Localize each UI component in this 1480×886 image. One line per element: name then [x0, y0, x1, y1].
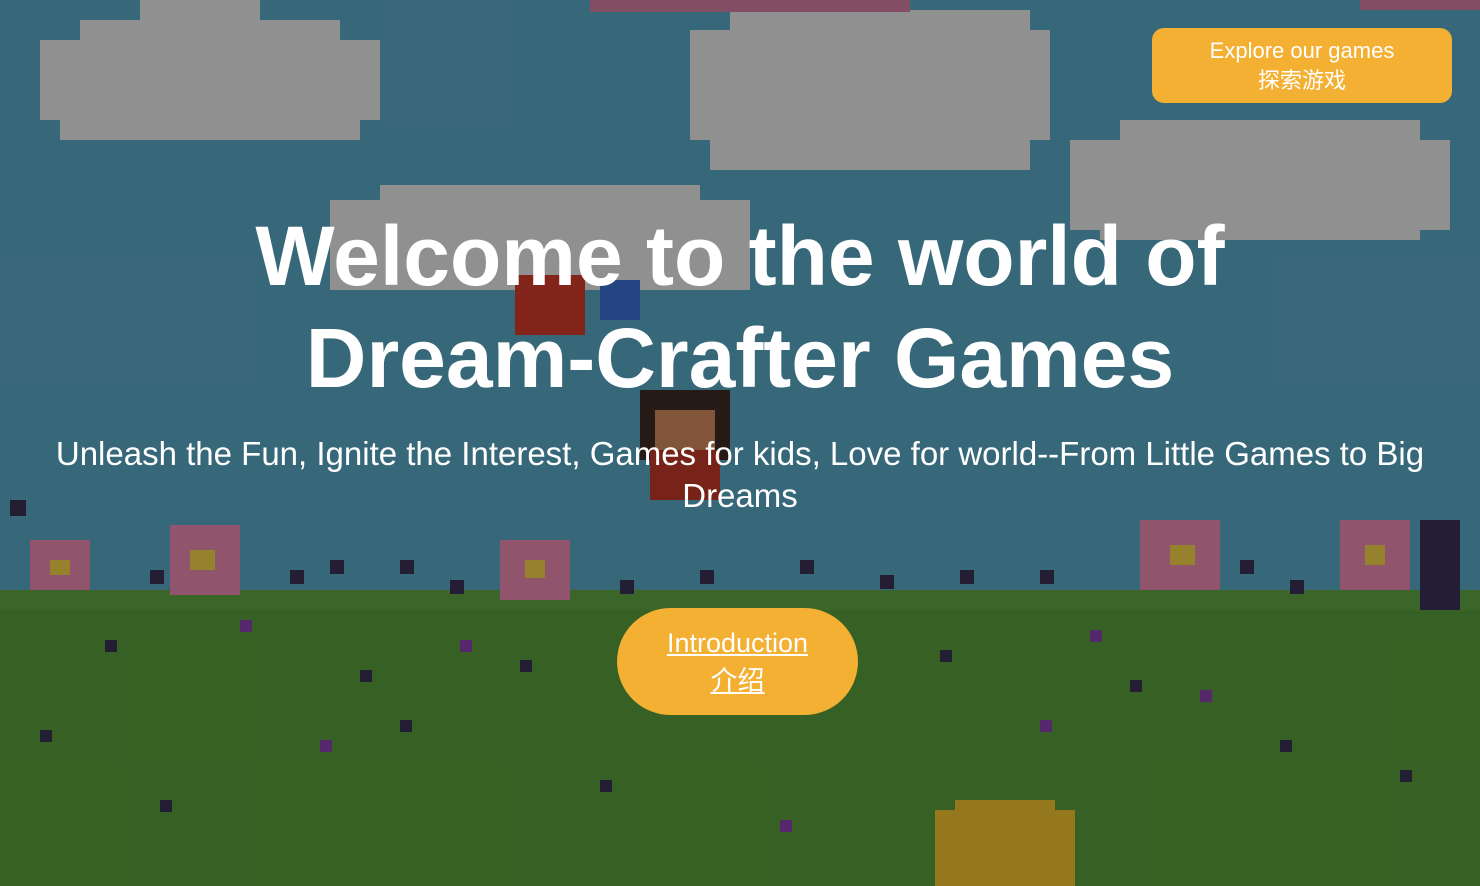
introduction-button[interactable]: Introduction 介绍 [617, 608, 858, 715]
explore-games-button[interactable]: Explore our games 探索游戏 [1152, 28, 1452, 103]
introduction-label-en: Introduction [666, 627, 809, 658]
hero-tagline: Unleash the Fun, Ignite the Interest, Ga… [55, 435, 1425, 514]
introduction-label-zh: 介绍 [710, 665, 765, 696]
explore-games-label-en: Explore our games [1209, 37, 1395, 63]
explore-games-label-zh: 探索游戏 [1257, 67, 1346, 93]
hero-headline: Welcome to the world of Dream-Crafter Ga… [255, 209, 1225, 405]
hero-section: Explore our games 探索游戏 Welcome to the wo… [0, 0, 1480, 886]
